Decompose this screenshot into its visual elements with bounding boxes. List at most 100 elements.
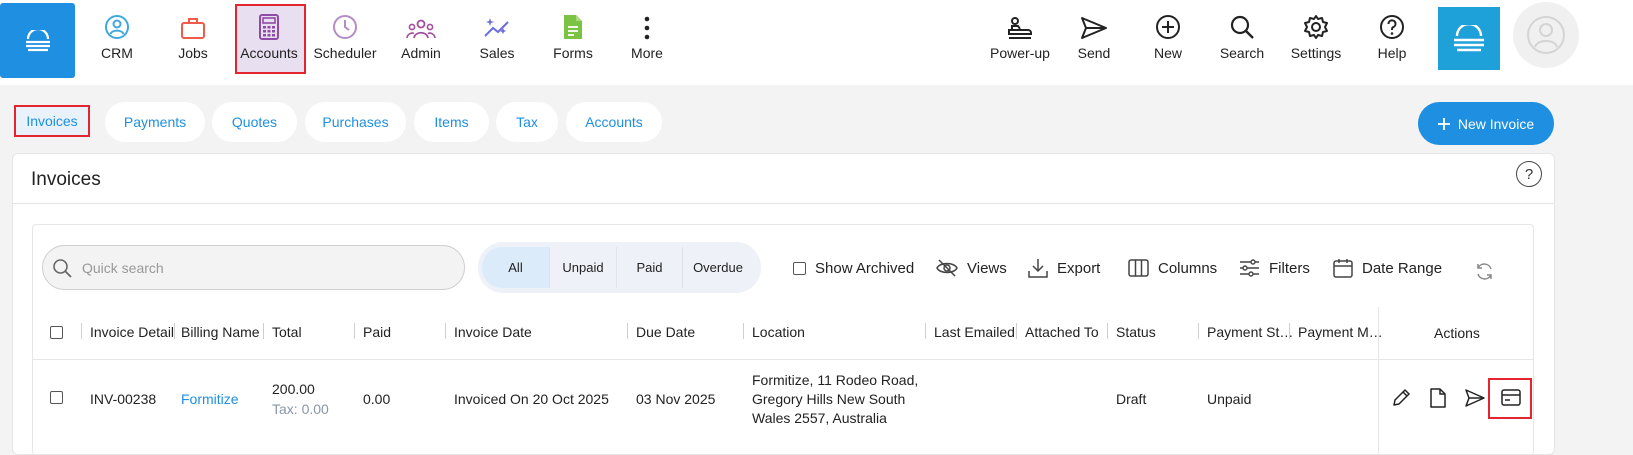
nav-settings[interactable]: Settings	[1281, 10, 1351, 68]
quick-search[interactable]	[42, 245, 465, 290]
new-invoice-button[interactable]: New Invoice	[1418, 102, 1554, 145]
invoice-number[interactable]: INV-00238	[90, 391, 156, 407]
calculator-icon	[259, 14, 279, 40]
crm-icon	[105, 15, 129, 39]
nav-label: Scheduler	[313, 45, 377, 61]
column-header-billing-name[interactable]: Billing Name	[181, 324, 260, 340]
column-header-invoice-detail[interactable]: Invoice Detail	[90, 324, 174, 340]
new-invoice-label: New Invoice	[1457, 115, 1535, 132]
nav-scheduler[interactable]: Scheduler	[310, 10, 380, 68]
columns-icon	[1128, 259, 1149, 277]
nav-search[interactable]: Search	[1207, 10, 1277, 68]
tab-tax[interactable]: Tax	[496, 102, 558, 142]
columns-label: Columns	[1158, 259, 1218, 277]
nav-label: Accounts	[240, 45, 298, 61]
column-separator	[1016, 323, 1017, 339]
show-archived-toggle[interactable]: Show Archived	[793, 256, 914, 280]
tab-items[interactable]: Items	[414, 102, 489, 142]
nav-power-up[interactable]: Power-up	[985, 10, 1055, 68]
column-header-due-date[interactable]: Due Date	[636, 324, 695, 340]
show-archived-checkbox[interactable]	[793, 261, 806, 275]
select-all-checkbox[interactable]	[50, 326, 63, 339]
nav-label: Power-up	[990, 45, 1050, 61]
edit-button[interactable]	[1391, 388, 1411, 408]
views-label: Views	[967, 259, 1007, 277]
nav-accounts[interactable]: Accounts	[234, 10, 304, 68]
nav-sales[interactable]: Sales	[462, 10, 532, 68]
invoice-date: Invoiced On 20 Oct 2025	[454, 391, 609, 407]
nav-label: More	[631, 45, 663, 61]
due-date: 03 Nov 2025	[636, 391, 716, 407]
column-separator	[1198, 323, 1199, 339]
column-header-invoice-date[interactable]: Invoice Date	[454, 324, 532, 340]
nav-send[interactable]: Send	[1059, 10, 1129, 68]
filters-label: Filters	[1269, 259, 1310, 277]
help-button[interactable]: ?	[1516, 161, 1542, 187]
user-avatar-icon	[1527, 16, 1565, 54]
filter-overdue[interactable]: Overdue	[683, 247, 753, 288]
nav-admin[interactable]: Admin	[386, 10, 456, 68]
refresh-button[interactable]	[1475, 259, 1494, 283]
column-header-last-emailed[interactable]: Last Emailed	[934, 324, 1015, 340]
nav-label: New	[1153, 45, 1182, 61]
view-pdf-button[interactable]	[1429, 388, 1447, 408]
cloud-logo-icon	[1454, 24, 1484, 51]
columns-button[interactable]: Columns	[1128, 256, 1217, 280]
column-header-payment-status[interactable]: Payment St…	[1207, 324, 1293, 340]
nav-jobs[interactable]: Jobs	[158, 10, 228, 68]
nav-new[interactable]: New	[1133, 10, 1203, 68]
search-input[interactable]	[82, 259, 442, 276]
filter-unpaid[interactable]: Unpaid	[550, 247, 617, 288]
export-button[interactable]: Export	[1028, 256, 1100, 280]
nav-help[interactable]: Help	[1357, 10, 1427, 68]
top-navigation-bar: CRM Jobs Accounts Scheduler Admin Sales …	[0, 0, 1633, 85]
download-icon	[1028, 259, 1048, 278]
column-header-payment-method[interactable]: Payment M…	[1298, 324, 1383, 340]
plus-circle-icon	[1156, 15, 1180, 39]
tab-accounts[interactable]: Accounts	[566, 102, 662, 142]
filter-paid[interactable]: Paid	[617, 247, 683, 288]
send-icon	[1081, 17, 1107, 39]
tab-purchases[interactable]: Purchases	[305, 102, 406, 142]
date-range-button[interactable]: Date Range	[1333, 256, 1442, 280]
send-invoice-button[interactable]	[1464, 388, 1486, 408]
tab-invoices[interactable]: Invoices	[14, 105, 90, 137]
company-logo[interactable]	[1438, 7, 1500, 70]
column-separator	[174, 323, 175, 339]
views-button[interactable]: Views	[936, 256, 1007, 280]
column-separator	[81, 323, 82, 339]
calendar-icon	[1333, 259, 1353, 278]
credit-card-icon	[1501, 389, 1521, 406]
avatar[interactable]	[1513, 2, 1579, 68]
column-separator	[1289, 323, 1290, 339]
column-header-status[interactable]: Status	[1116, 324, 1156, 340]
nav-forms[interactable]: Forms	[538, 10, 608, 68]
column-header-attached-to[interactable]: Attached To	[1025, 324, 1099, 340]
record-payment-button[interactable]	[1501, 389, 1521, 406]
tab-quotes[interactable]: Quotes	[212, 102, 297, 142]
nav-label: CRM	[101, 45, 133, 61]
row-checkbox[interactable]	[50, 391, 63, 404]
column-header-location[interactable]: Location	[752, 324, 805, 340]
nav-more[interactable]: More	[612, 10, 682, 68]
location-line: Wales 2557, Australia	[752, 410, 887, 426]
column-separator	[925, 323, 926, 339]
nav-label: Search	[1219, 45, 1265, 61]
export-label: Export	[1057, 259, 1101, 277]
nav-label: Jobs	[178, 45, 208, 61]
column-header-total[interactable]: Total	[272, 324, 302, 340]
pencil-icon	[1393, 389, 1410, 406]
column-separator	[263, 323, 264, 339]
billing-name-link[interactable]: Formitize	[181, 391, 239, 407]
filter-all[interactable]: All	[482, 247, 550, 288]
app-logo[interactable]	[0, 3, 75, 78]
nav-label: Settings	[1290, 45, 1342, 61]
nav-crm[interactable]: CRM	[82, 10, 152, 68]
column-header-paid[interactable]: Paid	[363, 324, 391, 340]
panel-divider	[13, 203, 1554, 204]
tab-payments[interactable]: Payments	[105, 102, 205, 142]
column-separator	[1107, 323, 1108, 339]
document-icon	[564, 15, 582, 39]
header-row-divider	[33, 359, 1533, 360]
filters-button[interactable]: Filters	[1239, 256, 1310, 280]
